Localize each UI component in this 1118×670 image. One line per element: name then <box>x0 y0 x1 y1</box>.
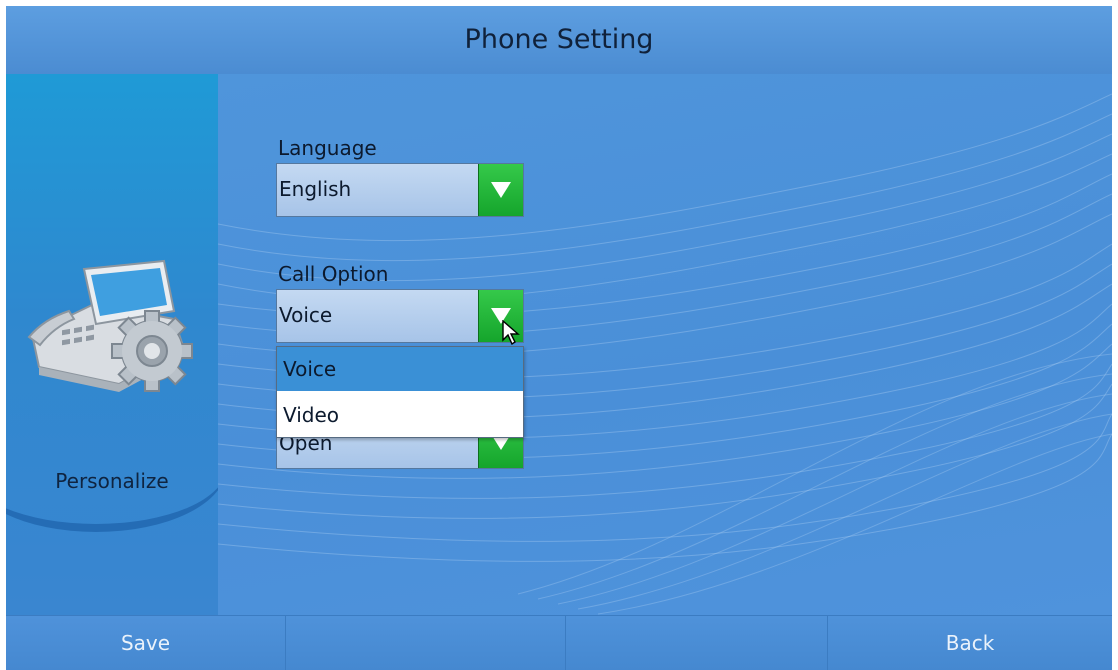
settings-panel: Language English Call Option Voice Open … <box>218 74 1112 615</box>
language-dropdown-button[interactable] <box>478 164 523 216</box>
language-label: Language <box>278 136 377 160</box>
language-value: English <box>279 177 352 201</box>
call-option-label: Call Option <box>278 262 389 286</box>
dropdown-option-voice[interactable]: Voice <box>277 347 523 391</box>
softkey-3-button[interactable] <box>566 616 828 670</box>
mouse-cursor-icon <box>502 320 520 346</box>
language-select[interactable]: English <box>276 163 524 217</box>
sidebar-label: Personalize <box>55 469 169 493</box>
sidebar-swoosh-decoration <box>6 404 218 532</box>
page-title: Phone Setting <box>464 24 654 55</box>
chevron-down-icon <box>491 182 511 198</box>
sidebar: Personalize <box>6 74 218 615</box>
title-bar: Phone Setting <box>6 6 1112 75</box>
softkey-2-button[interactable] <box>286 616 566 670</box>
phone-screen: Phone Setting Personalize Language Engli… <box>6 6 1112 670</box>
back-button[interactable]: Back <box>828 616 1112 670</box>
save-button[interactable]: Save <box>6 616 286 670</box>
call-option-value: Voice <box>279 303 333 327</box>
dropdown-option-video[interactable]: Video <box>277 393 523 437</box>
call-option-select[interactable]: Voice <box>276 289 524 343</box>
softkey-bar: Save Back <box>6 615 1112 670</box>
phone-settings-icon <box>27 259 193 392</box>
call-option-dropdown-list: Voice Video <box>276 346 524 438</box>
